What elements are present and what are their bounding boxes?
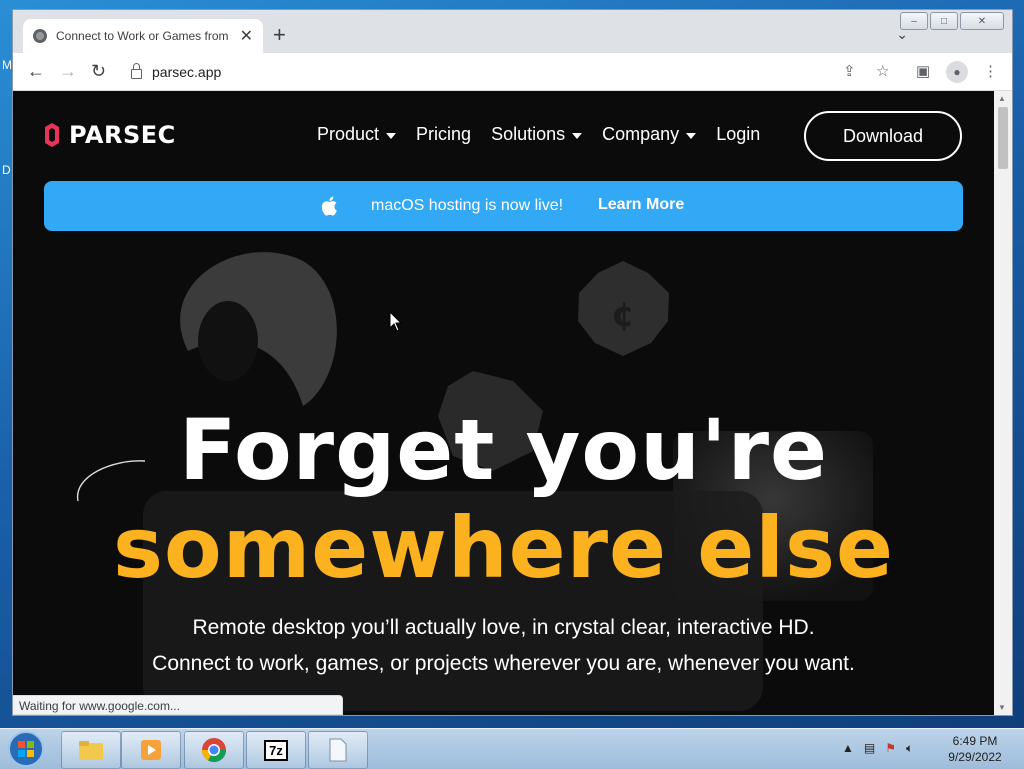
nav-product-label: Product [317,124,380,144]
scrollbar[interactable]: ▲ ▼ [994,91,1012,715]
action-center-icon[interactable]: ⚑ [885,741,896,756]
browser-window: – □ ✕ Connect to Work or Games from ✕ + … [12,9,1013,716]
parsec-logo-icon [45,123,59,147]
desktop-label: M [2,58,12,72]
address-bar[interactable]: parsec.app [121,58,906,86]
network-icon[interactable]: ▤ [864,741,875,756]
browser-toolbar: ← → ↻ parsec.app ⇪ ☆ ▣ ● ⋮ [13,53,1012,91]
download-button[interactable]: Download [804,111,962,161]
nav-solutions-label: Solutions [491,124,566,144]
svg-text:¢: ¢ [611,295,635,335]
clock[interactable]: 6:49 PM 9/29/2022 [940,733,1010,765]
hero-title-line1: Forget you're [179,401,828,499]
hero-subtitle-line1: Remote desktop you’ll actually love, in … [192,616,815,639]
site-header: PARSEC Product Pricing Solutions Company… [13,91,994,181]
apple-icon [321,196,337,216]
forward-icon[interactable]: → [59,61,77,81]
main-nav: Product Pricing Solutions Company Login [317,124,760,145]
nav-pricing-label: Pricing [416,124,472,144]
logo-text: PARSEC [69,121,176,149]
7zip-icon: 7z [264,739,288,761]
tab-search-icon[interactable]: ⌄ [896,26,908,43]
nav-company[interactable]: Company [602,124,697,145]
nav-login-label: Login [716,124,761,144]
url-text[interactable]: parsec.app [152,64,221,80]
chrome-icon [202,738,226,763]
page-viewport: ¢ PARSEC Product Pricing Solutions Compa… [13,91,994,715]
document-icon [329,738,347,762]
taskbar-file-explorer[interactable] [61,731,121,769]
lock-icon [131,63,142,79]
chevron-down-icon [572,132,583,139]
window-controls: – □ ✕ [900,12,1004,30]
folder-icon [79,741,103,760]
desktop-label: D [2,163,11,177]
maximize-button[interactable]: □ [930,12,958,30]
taskbar: 7z ▲ ▤ ⚑ 🔈︎ 6:49 PM 9/29/2022 [0,728,1024,769]
learn-more-link[interactable]: Learn More [598,196,684,214]
announcement-banner: macOS hosting is now live! Learn More [44,181,963,231]
tab-title: Connect to Work or Games from [56,29,229,43]
show-hidden-icons-icon[interactable]: ▲ [842,741,854,756]
taskbar-7zip[interactable]: 7z [246,731,306,769]
status-bar: Waiting for www.google.com... [13,695,343,715]
hero-subtitle-line2: Connect to work, games, or projects wher… [152,652,855,675]
nav-solutions[interactable]: Solutions [491,124,583,145]
nav-company-label: Company [602,124,680,144]
chevron-down-icon [686,132,697,139]
clock-date: 9/29/2022 [948,750,1002,764]
close-window-button[interactable]: ✕ [960,12,1004,30]
tab-close-icon[interactable]: ✕ [240,26,253,46]
nav-product[interactable]: Product [317,124,397,145]
bookmark-star-icon[interactable]: ☆ [876,62,889,80]
side-panel-icon[interactable]: ▣ [916,62,930,80]
banner-text: macOS hosting is now live! [371,197,564,214]
clock-time: 6:49 PM [952,734,998,748]
chevron-down-icon [386,132,397,139]
taskbar-media-player[interactable] [121,731,181,769]
volume-icon[interactable]: 🔈︎ [906,741,913,756]
media-player-icon [141,740,161,760]
taskbar-document[interactable] [308,731,368,769]
nav-login[interactable]: Login [716,124,760,145]
scroll-thumb[interactable] [998,107,1008,169]
scroll-up-icon[interactable]: ▲ [998,94,1006,103]
share-icon[interactable]: ⇪ [843,62,856,80]
scroll-down-icon[interactable]: ▼ [998,703,1006,712]
back-icon[interactable]: ← [27,61,45,81]
parsec-logo[interactable]: PARSEC [43,121,176,149]
start-button[interactable] [4,730,48,768]
menu-kebab-icon[interactable]: ⋮ [983,62,998,80]
system-tray: ▲ ▤ ⚑ 🔈︎ [842,741,913,756]
hero-title-line2: somewhere else [113,499,894,597]
taskbar-chrome[interactable] [184,731,244,769]
globe-icon [33,29,47,43]
browser-tab[interactable]: Connect to Work or Games from ✕ [23,19,263,53]
profile-icon[interactable]: ● [946,61,968,83]
reload-icon[interactable]: ↻ [91,61,106,81]
new-tab-button[interactable]: + [273,23,286,47]
nav-pricing[interactable]: Pricing [416,124,471,145]
ring-hole [198,301,258,381]
mouse-cursor-icon [389,311,403,332]
